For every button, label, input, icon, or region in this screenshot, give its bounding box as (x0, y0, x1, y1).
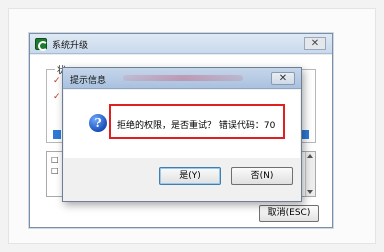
no-button[interactable]: 否(N) (231, 167, 293, 185)
blurred-title-text (123, 75, 243, 81)
list-item: □ (51, 155, 59, 164)
scroll-up-icon[interactable] (307, 154, 313, 158)
progress-bar-end (301, 130, 309, 139)
highlight-box (109, 104, 285, 139)
main-close-button[interactable]: ✕ (304, 37, 326, 50)
cancel-button[interactable]: 取消(ESC) (259, 205, 319, 222)
check-icon: ✓ (53, 76, 61, 86)
list-item: □ (51, 166, 59, 175)
yes-button[interactable]: 是(Y) (159, 167, 221, 185)
question-icon: ? (89, 114, 107, 132)
dialog-close-button[interactable]: ✕ (271, 72, 295, 85)
scroll-down-icon[interactable] (307, 190, 313, 194)
main-titlebar[interactable]: 系统升级 ✕ (30, 34, 332, 54)
message-dialog: 提示信息 ✕ ? 拒绝的权限，是否重试？ 错误代码：70 是(Y) 否(N) (62, 67, 302, 202)
dialog-content: ? 拒绝的权限，是否重试？ 错误代码：70 (64, 90, 300, 158)
dialog-titlebar[interactable]: 提示信息 ✕ (63, 68, 301, 89)
app-icon (35, 38, 48, 51)
list-scrollbar[interactable] (305, 152, 315, 196)
dialog-title: 提示信息 (70, 76, 107, 86)
main-window-title: 系统升级 (52, 41, 89, 51)
progress-bar (53, 130, 61, 139)
check-icon: ✓ (53, 92, 61, 102)
